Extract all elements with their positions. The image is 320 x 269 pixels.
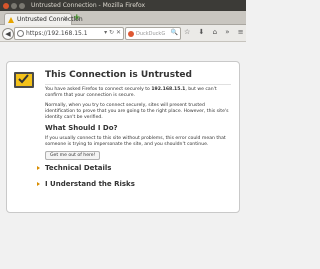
page-content: This Connection is Untrusted You have as…	[0, 42, 246, 269]
understand-risks-expander[interactable]: I Understand the Risks	[37, 180, 135, 188]
url-text[interactable]: https://192.168.15.1	[26, 30, 88, 37]
intro-paragraph: You have asked Firefox to connect secure…	[45, 87, 233, 99]
explanation-paragraph: Normally, when you try to connect secure…	[45, 103, 229, 120]
search-placeholder[interactable]: DuckDuckG	[136, 31, 165, 37]
window-titlebar: Untrusted Connection - Mozilla Firefox	[0, 0, 246, 11]
toolbar-icons[interactable]: ☆ ⬇ ⌂ » ≡	[184, 28, 247, 36]
back-button[interactable]: ◀	[2, 28, 14, 40]
globe-icon	[17, 30, 24, 37]
host-name: 192.168.15.1	[151, 87, 186, 92]
close-window-button[interactable]	[3, 2, 9, 9]
tab-strip: Untrusted Connection × +	[0, 11, 246, 25]
technical-details-expander[interactable]: Technical Details	[37, 164, 111, 172]
url-bar[interactable]: https://192.168.15.1 ▾ ↻ ✕	[14, 27, 124, 40]
url-bar-icons[interactable]: ▾ ↻ ✕	[104, 29, 121, 36]
navigation-toolbar: ◀ https://192.168.15.1 ▾ ↻ ✕ DuckDuckG 🔍…	[0, 25, 246, 42]
maximize-window-button[interactable]	[19, 2, 25, 9]
duckduckgo-icon	[128, 30, 134, 37]
what-to-do-heading: What Should I Do?	[45, 124, 118, 132]
page-title: This Connection is Untrusted	[45, 70, 192, 80]
tab-untrusted-connection[interactable]: Untrusted Connection ×	[4, 13, 83, 25]
security-warning-icon	[14, 72, 34, 88]
get-me-out-button[interactable]: Get me out of here!	[45, 151, 101, 160]
error-card: This Connection is Untrusted You have as…	[6, 61, 240, 213]
warning-icon	[8, 16, 14, 23]
search-icon[interactable]: 🔍	[171, 29, 178, 36]
minimize-window-button[interactable]	[11, 2, 17, 9]
expander-arrow-icon	[37, 166, 40, 170]
title-divider	[45, 84, 231, 85]
understand-risks-label[interactable]: I Understand the Risks	[45, 180, 135, 188]
tab-close-icon[interactable]: ×	[63, 15, 68, 22]
search-bar[interactable]: DuckDuckG 🔍	[125, 27, 181, 40]
expander-arrow-icon	[37, 182, 40, 186]
window-title: Untrusted Connection - Mozilla Firefox	[31, 2, 146, 9]
intro-prefix: You have asked Firefox to connect secure…	[45, 87, 152, 92]
technical-details-label[interactable]: Technical Details	[45, 164, 111, 172]
advice-paragraph: If you usually connect to this site with…	[45, 136, 226, 147]
new-tab-button[interactable]: +	[73, 13, 81, 23]
